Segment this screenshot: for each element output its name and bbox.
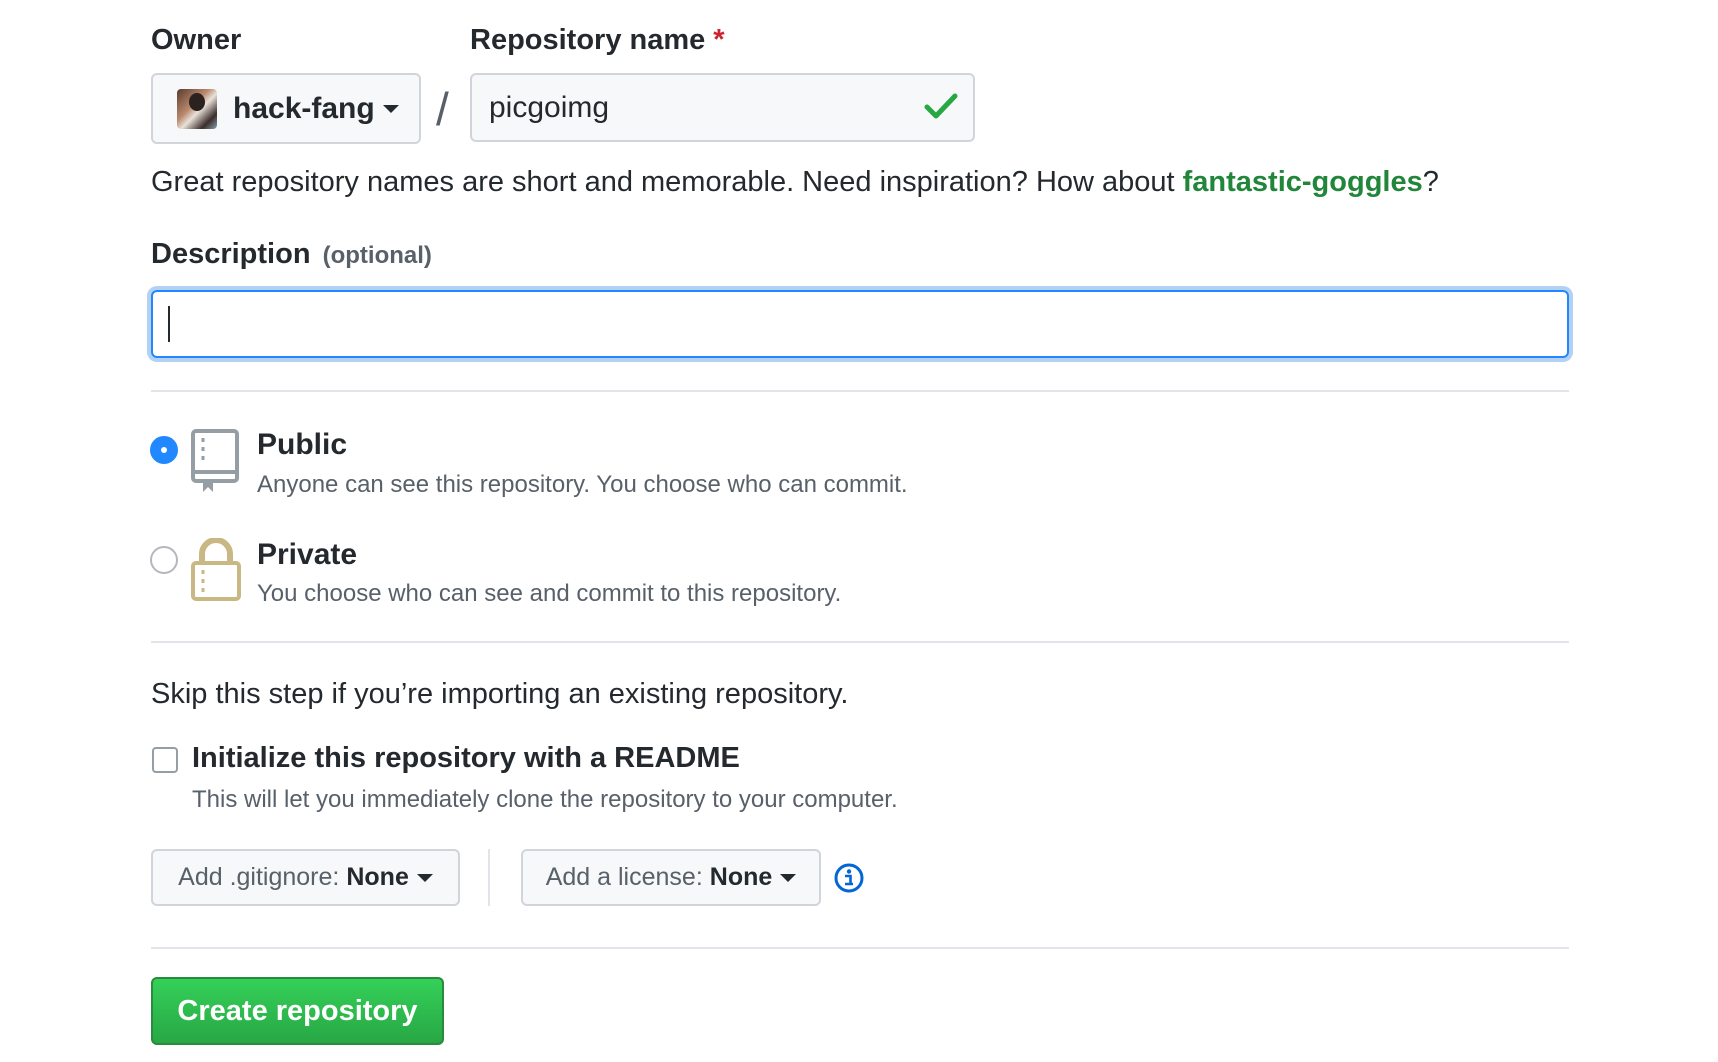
divider — [151, 641, 1569, 643]
description-input[interactable] — [151, 290, 1569, 358]
readme-title[interactable]: Initialize this repository with a README — [192, 742, 740, 775]
vertical-divider — [488, 849, 490, 906]
chevron-down-icon — [382, 104, 399, 113]
create-repository-button[interactable]: Create repository — [151, 977, 444, 1045]
repo-name-label: Repository name * — [470, 24, 725, 57]
optional-hint: (optional) — [322, 242, 432, 269]
chevron-down-icon — [780, 873, 797, 882]
description-label: Description (optional) — [151, 238, 432, 271]
lock-icon — [191, 538, 241, 601]
private-title: Private — [257, 538, 358, 571]
license-value: None — [709, 863, 773, 891]
license-select[interactable]: Add a license: None — [521, 849, 821, 906]
license-label: Add a license: — [545, 863, 703, 891]
private-radio[interactable] — [150, 546, 178, 574]
readme-checkbox[interactable] — [152, 747, 178, 773]
info-icon[interactable] — [833, 862, 865, 894]
text-cursor — [168, 306, 170, 342]
owner-repo-separator: / — [436, 83, 449, 135]
private-desc: You choose who can see and commit to thi… — [257, 580, 842, 607]
required-marker: * — [713, 24, 725, 56]
gitignore-select[interactable]: Add .gitignore: None — [151, 849, 460, 906]
new-repo-form: Owner hack-fang / Repository name* Great… — [0, 0, 1718, 1062]
description-label-text: Description — [151, 238, 311, 270]
skip-step-text: Skip this step if you’re importing an ex… — [151, 678, 849, 710]
repo-name-label-text: Repository name — [470, 24, 706, 56]
divider — [151, 390, 1569, 392]
chevron-down-icon — [416, 873, 433, 882]
gitignore-label: Add .gitignore: — [178, 863, 340, 891]
public-desc: Anyone can see this repository. You choo… — [257, 471, 908, 498]
repo-book-icon — [191, 429, 239, 492]
hint-prefix: Great repository names are short and mem… — [151, 166, 1183, 198]
readme-desc: This will let you immediately clone the … — [192, 786, 898, 813]
avatar — [177, 88, 217, 129]
gitignore-value: None — [346, 863, 409, 891]
owner-label: Owner — [151, 24, 242, 56]
public-radio[interactable] — [150, 436, 178, 464]
owner-name: hack-fang — [233, 91, 375, 125]
divider — [151, 947, 1569, 949]
repo-name-hint: Great repository names are short and mem… — [151, 166, 1439, 199]
repo-name-input[interactable] — [470, 73, 975, 142]
owner-select[interactable]: hack-fang — [151, 73, 421, 144]
hint-suffix: ? — [1422, 166, 1439, 198]
check-icon — [924, 93, 958, 119]
public-title: Public — [257, 428, 348, 461]
name-suggestion-link[interactable]: fantastic-goggles — [1183, 166, 1423, 198]
